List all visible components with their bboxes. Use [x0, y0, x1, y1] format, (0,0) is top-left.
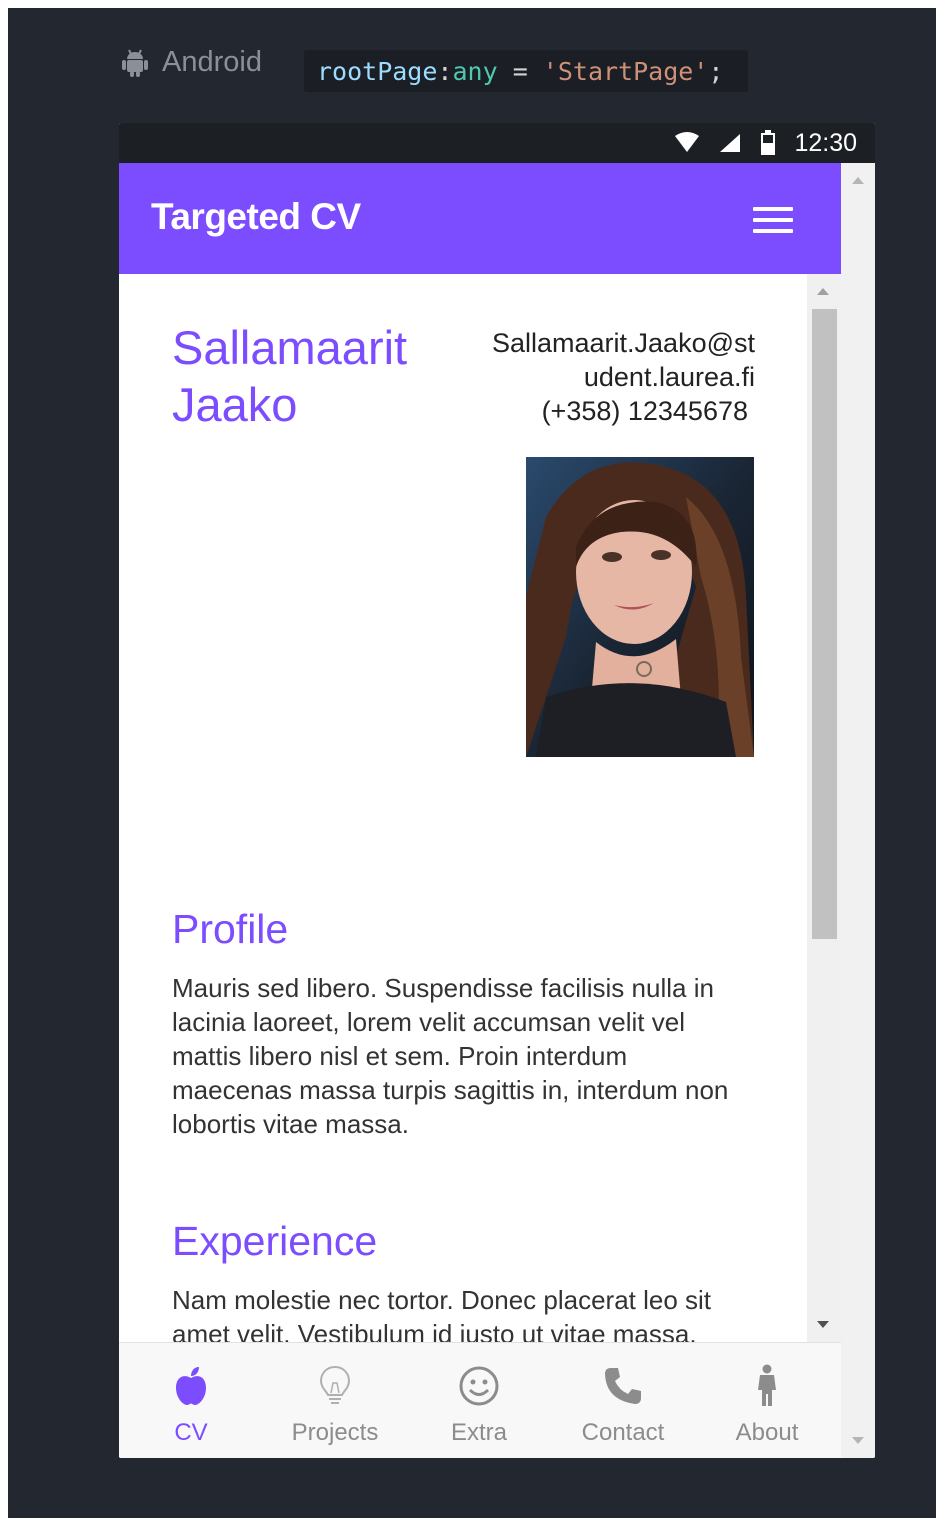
tab-cv[interactable]: CV	[119, 1343, 263, 1458]
wifi-icon	[675, 132, 700, 152]
tab-bar: CV Projects Extra Contact About	[119, 1342, 841, 1458]
content-scrollbar[interactable]	[807, 274, 841, 1342]
section-title-profile: Profile	[172, 906, 289, 952]
tab-label-extra: Extra	[450, 1419, 507, 1446]
section-body-profile: Mauris sed libero. Suspendisse facilisis…	[172, 973, 729, 1139]
scrollbar-thumb[interactable]	[812, 309, 837, 939]
email-line-1: Sallamaarit.Jaako@st	[491, 328, 755, 358]
code-snippet: rootPage: any = 'StartPage';	[304, 50, 748, 92]
tab-label-about: About	[735, 1419, 799, 1446]
page-title: Targeted CV	[151, 196, 361, 237]
first-name: Sallamaarit	[172, 321, 408, 374]
device-frame: 12:30 Targeted CV Sallamaarit Jaako Sall…	[119, 123, 875, 1458]
last-name: Jaako	[172, 378, 298, 431]
profile-photo	[526, 457, 754, 757]
phone-icon	[605, 1368, 641, 1404]
tab-projects[interactable]: Projects	[263, 1343, 407, 1458]
scroll-down-arrow-icon[interactable]	[817, 1321, 829, 1328]
battery-icon	[761, 130, 776, 155]
tab-about[interactable]: About	[695, 1343, 839, 1458]
contact-info: Sallamaarit.Jaako@st udent.laurea.fi (+3…	[465, 326, 755, 428]
cv-content: Sallamaarit Jaako Sallamaarit.Jaako@st u…	[119, 274, 807, 1342]
platform-label: Android	[118, 44, 262, 80]
tab-contact[interactable]: Contact	[551, 1343, 695, 1458]
tab-label-contact: Contact	[581, 1419, 665, 1446]
signal-icon	[720, 134, 741, 152]
scroll-up-arrow-icon[interactable]	[817, 288, 829, 295]
clock: 12:30	[794, 128, 857, 157]
phone-number: (+358) 12345678	[541, 396, 748, 426]
person-icon	[758, 1364, 776, 1406]
tab-extra[interactable]: Extra	[407, 1343, 551, 1458]
tab-label-projects: Projects	[291, 1419, 379, 1446]
person-name: Sallamaarit Jaako	[172, 319, 407, 433]
window-scrollbar[interactable]	[841, 163, 875, 1458]
lightbulb-icon	[319, 1365, 351, 1404]
smiley-icon	[459, 1366, 499, 1406]
status-bar: 12:30	[119, 123, 875, 163]
scroll-down-arrow-icon[interactable]	[852, 1437, 864, 1444]
section-body-experience: Nam molestie nec tortor. Donec placerat …	[172, 1285, 712, 1342]
platform-name: Android	[162, 45, 262, 78]
menu-icon[interactable]	[753, 207, 793, 233]
tab-label-cv: CV	[174, 1419, 208, 1446]
section-title-experience: Experience	[172, 1218, 378, 1264]
apple-icon	[176, 1367, 206, 1405]
email-line-2: udent.laurea.fi	[583, 362, 755, 392]
scroll-up-arrow-icon[interactable]	[852, 177, 864, 184]
android-icon	[122, 49, 148, 77]
app-header: Targeted CV	[119, 163, 841, 274]
